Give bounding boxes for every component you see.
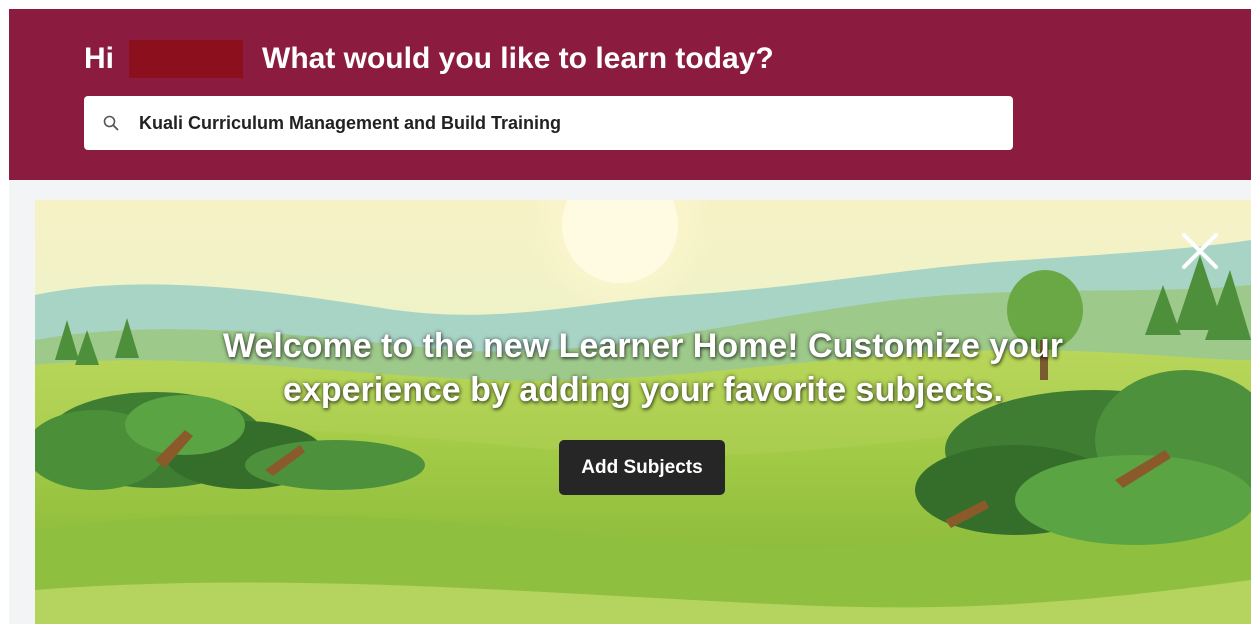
welcome-banner: Welcome to the new Learner Home! Customi… xyxy=(35,200,1251,624)
add-subjects-button[interactable]: Add Subjects xyxy=(559,440,725,495)
search-bar[interactable] xyxy=(84,96,1013,150)
greeting-hi: Hi xyxy=(84,42,114,75)
search-icon xyxy=(103,115,119,131)
welcome-message: Welcome to the new Learner Home! Customi… xyxy=(222,327,1064,409)
header-banner: Hi What would you like to learn today? xyxy=(9,9,1251,180)
landscape-illustration xyxy=(35,200,1251,624)
close-icon[interactable] xyxy=(1178,229,1222,273)
greeting: Hi What would you like to learn today? xyxy=(84,39,774,79)
learner-home-page: Hi What would you like to learn today? K… xyxy=(0,0,1251,624)
user-name-redaction xyxy=(129,40,243,78)
search-input[interactable] xyxy=(139,112,999,134)
greeting-question: What would you like to learn today? xyxy=(262,42,774,75)
